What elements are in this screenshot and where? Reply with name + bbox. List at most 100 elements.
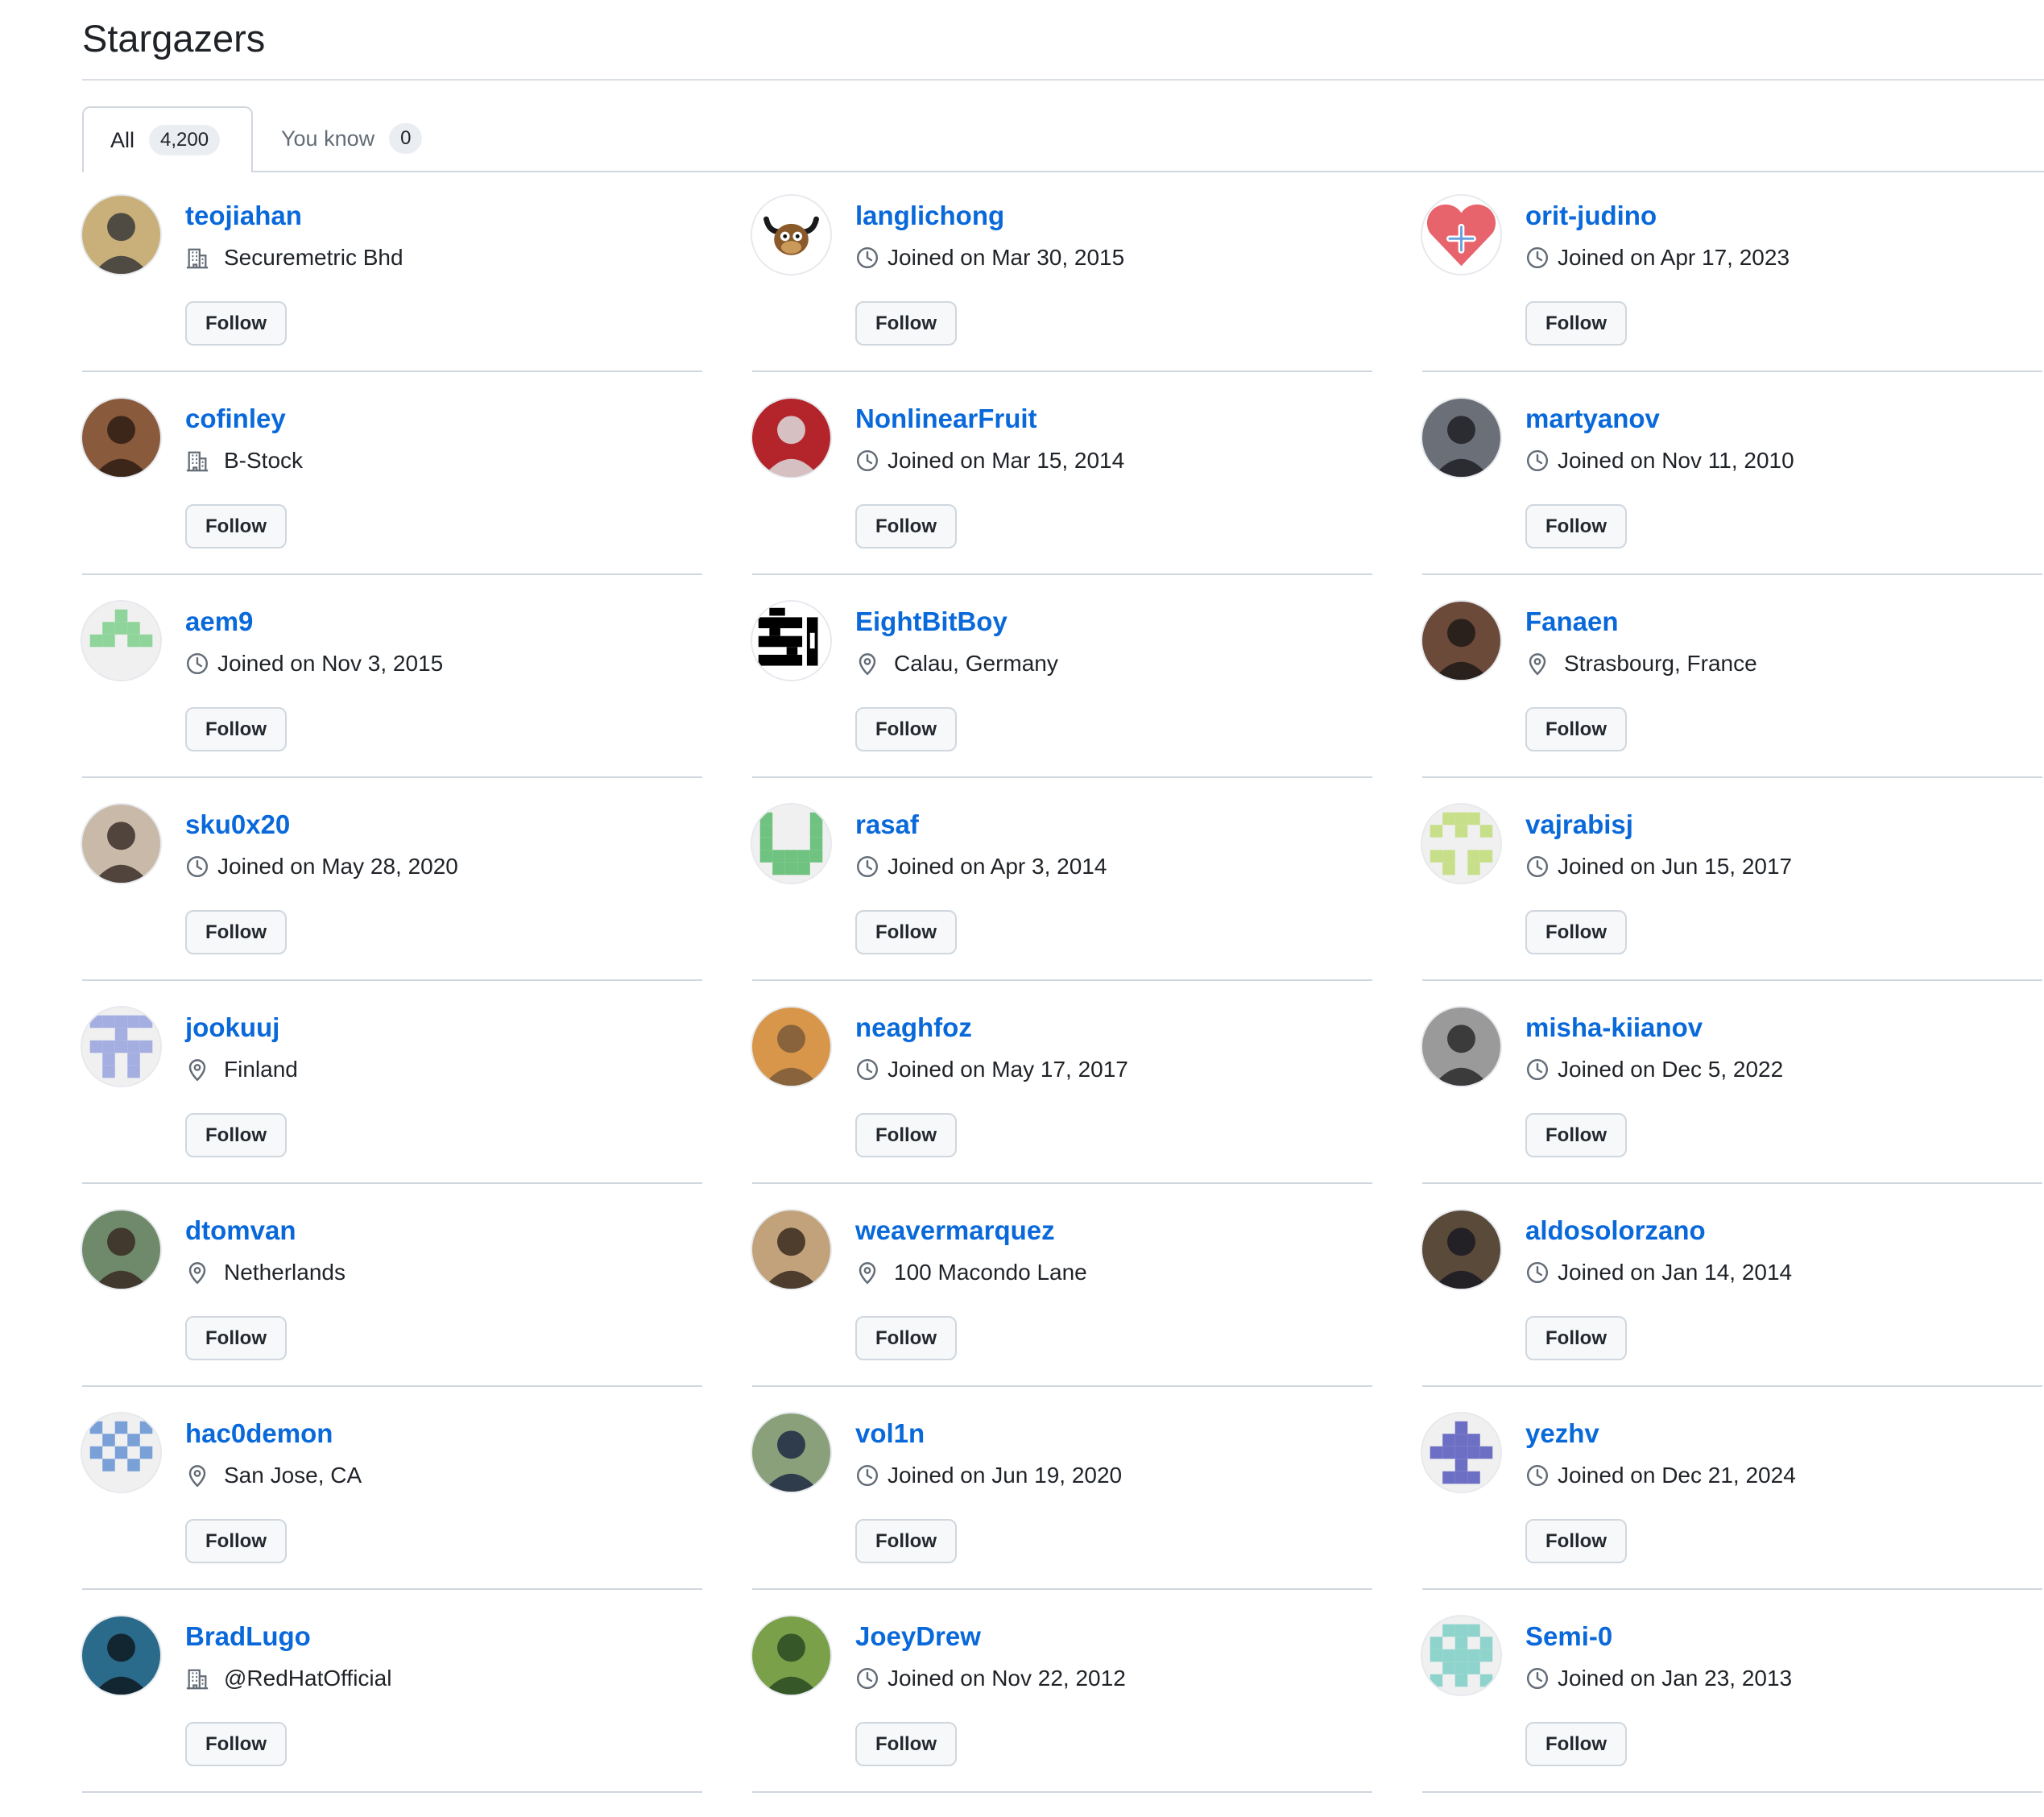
avatar[interactable] (1422, 196, 1500, 274)
avatar[interactable] (1422, 805, 1500, 883)
avatar[interactable] (1422, 1211, 1500, 1289)
user-meta-text: Strasbourg, France (1564, 651, 1757, 676)
avatar[interactable] (752, 196, 830, 274)
follow-button[interactable]: Follow (855, 1722, 957, 1766)
follow-button[interactable]: Follow (855, 707, 957, 751)
title-divider (82, 79, 2044, 81)
clock-icon (1525, 1058, 1550, 1082)
user-login-link[interactable]: vol1n (855, 1418, 925, 1450)
follow-button[interactable]: Follow (1525, 910, 1627, 954)
user-login-link[interactable]: martyanov (1525, 403, 1660, 435)
follow-button[interactable]: Follow (185, 910, 287, 954)
user-meta-text: Netherlands (224, 1260, 345, 1285)
organization-icon (185, 246, 209, 270)
follow-button[interactable]: Follow (185, 1316, 287, 1360)
follow-button[interactable]: Follow (1525, 707, 1627, 751)
user-login-link[interactable]: NonlinearFruit (855, 403, 1037, 435)
stargazer-card: BradLugo @RedHatOfficial Follow (82, 1590, 702, 1793)
follow-button[interactable]: Follow (1525, 1113, 1627, 1157)
avatar[interactable] (752, 1211, 830, 1289)
avatar[interactable] (82, 1616, 160, 1695)
follow-button[interactable]: Follow (185, 707, 287, 751)
follow-button[interactable]: Follow (855, 1316, 957, 1360)
user-login-link[interactable]: misha-kiianov (1525, 1012, 1703, 1044)
user-login-link[interactable]: yezhv (1525, 1418, 1599, 1450)
user-login-link[interactable]: cofinley (185, 403, 286, 435)
user-login-link[interactable]: Semi-0 (1525, 1620, 1612, 1653)
follow-button[interactable]: Follow (185, 1722, 287, 1766)
stargazer-card: neaghfoz Joined on May 17, 2017 Follow (752, 981, 1372, 1184)
avatar[interactable] (1422, 1008, 1500, 1086)
follow-button[interactable]: Follow (1525, 301, 1627, 346)
user-login-link[interactable]: Fanaen (1525, 606, 1619, 638)
avatar[interactable] (752, 1413, 830, 1492)
tab-all[interactable]: All 4,200 (82, 106, 253, 172)
avatar[interactable] (752, 1008, 830, 1086)
avatar[interactable] (82, 805, 160, 883)
avatar[interactable] (1422, 1616, 1500, 1695)
user-login-link[interactable]: rasaf (855, 809, 919, 841)
follow-button[interactable]: Follow (855, 301, 957, 346)
user-meta-text: 100 Macondo Lane (894, 1260, 1087, 1285)
avatar[interactable] (82, 1211, 160, 1289)
user-login-link[interactable]: weavermarquez (855, 1215, 1055, 1247)
user-login-link[interactable]: aldosolorzano (1525, 1215, 1706, 1247)
clock-icon (855, 855, 879, 879)
user-login-link[interactable]: neaghfoz (855, 1012, 972, 1044)
avatar[interactable] (1422, 1413, 1500, 1492)
user-login-link[interactable]: orit-judino (1525, 200, 1657, 232)
clock-icon (855, 1463, 879, 1488)
follow-button[interactable]: Follow (1525, 1722, 1627, 1766)
avatar[interactable] (82, 1008, 160, 1086)
follow-button[interactable]: Follow (185, 301, 287, 346)
follow-button[interactable]: Follow (855, 910, 957, 954)
avatar[interactable] (82, 196, 160, 274)
user-meta: Joined on Mar 15, 2014 (855, 446, 1124, 475)
follow-button[interactable]: Follow (855, 1113, 957, 1157)
user-login-link[interactable]: teojiahan (185, 200, 302, 232)
stargazer-card: rasaf Joined on Apr 3, 2014 Follow (752, 778, 1372, 981)
avatar[interactable] (752, 1616, 830, 1695)
avatar[interactable] (752, 805, 830, 883)
avatar[interactable] (752, 602, 830, 680)
user-login-link[interactable]: vajrabisj (1525, 809, 1633, 841)
tab-you-know-label: You know (281, 126, 375, 151)
tab-you-know[interactable]: You know 0 (280, 106, 423, 171)
follow-button[interactable]: Follow (1525, 504, 1627, 548)
stargazer-card: aldosolorzano Joined on Jan 14, 2014 Fol… (1422, 1184, 2042, 1387)
user-meta-text: Calau, Germany (894, 651, 1058, 676)
tab-all-count: 4,200 (149, 125, 221, 155)
location-pin-icon (185, 1260, 209, 1285)
user-login-link[interactable]: sku0x20 (185, 809, 290, 841)
stargazer-card: teojiahan Securemetric Bhd Follow (82, 169, 702, 372)
follow-button[interactable]: Follow (185, 1113, 287, 1157)
avatar[interactable] (1422, 399, 1500, 477)
user-login-link[interactable]: EightBitBoy (855, 606, 1008, 638)
user-login-link[interactable]: hac0demon (185, 1418, 333, 1450)
avatar[interactable] (1422, 602, 1500, 680)
avatar[interactable] (82, 602, 160, 680)
user-meta: Joined on Apr 17, 2023 (1525, 243, 1790, 272)
user-meta: Joined on Jan 14, 2014 (1525, 1258, 1792, 1287)
user-login-link[interactable]: BradLugo (185, 1620, 311, 1653)
user-login-link[interactable]: jookuuj (185, 1012, 279, 1044)
stargazer-card: hac0demon San Jose, CA Follow (82, 1387, 702, 1590)
user-login-link[interactable]: langlichong (855, 200, 1004, 232)
follow-button[interactable]: Follow (185, 1519, 287, 1563)
follow-button[interactable]: Follow (1525, 1519, 1627, 1563)
user-login-link[interactable]: aem9 (185, 606, 253, 638)
follow-button[interactable]: Follow (855, 1519, 957, 1563)
user-meta: Joined on Nov 22, 2012 (855, 1664, 1126, 1693)
avatar[interactable] (752, 399, 830, 477)
user-login-link[interactable]: JoeyDrew (855, 1620, 981, 1653)
user-meta: Strasbourg, France (1525, 649, 1757, 678)
follow-button[interactable]: Follow (185, 504, 287, 548)
user-login-link[interactable]: dtomvan (185, 1215, 296, 1247)
avatar[interactable] (82, 399, 160, 477)
follow-button[interactable]: Follow (1525, 1316, 1627, 1360)
avatar[interactable] (82, 1413, 160, 1492)
user-meta: Finland (185, 1055, 298, 1084)
follow-button[interactable]: Follow (855, 504, 957, 548)
user-meta: Calau, Germany (855, 649, 1058, 678)
user-meta: Joined on May 17, 2017 (855, 1055, 1128, 1084)
